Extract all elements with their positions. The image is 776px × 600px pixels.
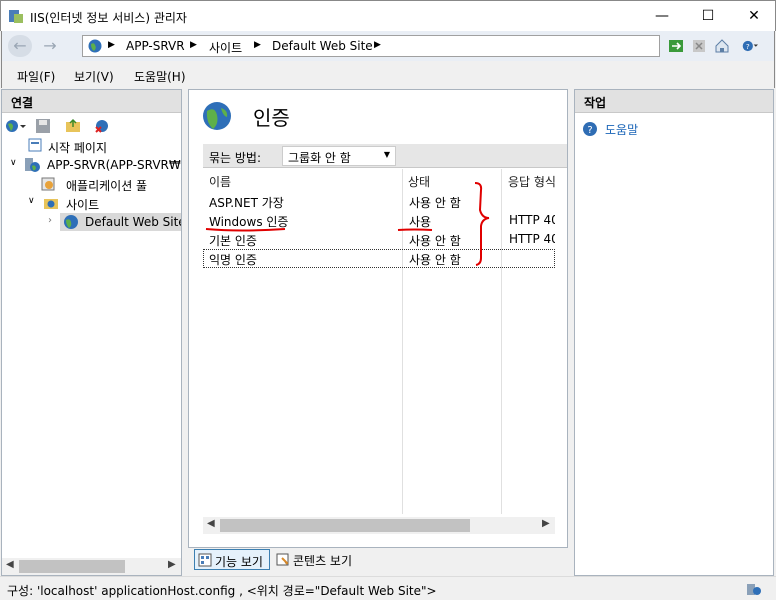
refresh-icon[interactable]	[668, 38, 684, 54]
menu-bar: 파일(F) 보기(V) 도움말(H)	[1, 61, 775, 88]
scroll-right-icon[interactable]: ▶	[542, 518, 550, 529]
row-status: 사용 안 함	[409, 253, 461, 267]
tree-item-app-pools[interactable]: 애플리케이션 풀	[40, 175, 181, 193]
stop-icon[interactable]	[691, 38, 707, 54]
tab-label: 기능 보기	[215, 555, 263, 569]
tree-item-default-web-site[interactable]: › Default Web Site	[48, 213, 181, 231]
group-by-select[interactable]: 그룹화 안 함 ▼	[282, 146, 396, 166]
sites-folder-icon	[44, 199, 58, 209]
column-header-response[interactable]: 응답 형식	[502, 169, 555, 191]
window-title: IIS(인터넷 정보 서비스) 관리자	[30, 11, 187, 25]
authentication-list: ^ 이름 상태 응답 형식 ASP.NET 가장 사용 안 함 Windows …	[203, 169, 555, 534]
chevron-right-icon: ▶	[190, 40, 197, 50]
authentication-globe-icon	[203, 102, 231, 130]
start-page-icon	[28, 138, 42, 152]
connections-panel: 연결 시작 페이지 ∨ APP-SRVR(APP-SRVR₩Ac 애플리케이션 …	[1, 89, 182, 576]
column-header-status[interactable]: 상태	[402, 169, 501, 191]
row-name[interactable]: ASP.NET 가장	[209, 194, 284, 211]
feature-title: 인증	[253, 106, 290, 130]
group-by-label: 묶는 방법:	[209, 151, 262, 165]
tab-label: 콘텐츠 보기	[293, 554, 353, 568]
forward-button[interactable]: →	[38, 35, 62, 57]
tree-item-label: Default Web Site	[85, 215, 181, 229]
connections-header: 연결	[2, 90, 181, 113]
iis-app-icon	[9, 10, 23, 23]
close-button[interactable]: ✕	[731, 1, 776, 31]
menu-help[interactable]: 도움말(H)	[134, 68, 186, 85]
row-name[interactable]: Windows 인증	[209, 213, 288, 230]
server-status-icon	[747, 584, 761, 595]
chevron-down-icon[interactable]: ∨	[28, 196, 35, 206]
up-folder-icon[interactable]	[65, 118, 81, 134]
address-toolbar: ← → ▶ APP-SRVR ▶ 사이트 ▶ Default Web Site …	[1, 31, 775, 61]
actions-header: 작업	[575, 90, 773, 113]
chevron-right-icon: ▶	[374, 40, 381, 50]
globe-icon	[88, 39, 102, 53]
svg-text:?: ?	[746, 42, 750, 51]
scroll-left-icon[interactable]: ◀	[6, 559, 14, 570]
breadcrumb-server[interactable]: APP-SRVR	[126, 39, 185, 53]
home-icon[interactable]	[714, 38, 730, 54]
scrollbar-thumb[interactable]	[220, 519, 470, 532]
minimize-button[interactable]: —	[639, 1, 685, 31]
connections-tree: 시작 페이지 ∨ APP-SRVR(APP-SRVR₩Ac 애플리케이션 풀 ∨…	[2, 137, 181, 557]
tree-item-label: APP-SRVR(APP-SRVR₩Ac	[47, 158, 181, 172]
chevron-right-icon[interactable]: ›	[48, 215, 52, 226]
tab-content-view[interactable]: 콘텐츠 보기	[274, 549, 364, 570]
help-icon: ?	[583, 122, 597, 136]
group-by-bar: 묶는 방법: 그룹화 안 함 ▼	[203, 144, 567, 168]
row-status: 사용 안 함	[409, 196, 461, 210]
status-text: 구성: 'localhost' applicationHost.config ,…	[7, 584, 437, 598]
svg-text:?: ?	[587, 125, 592, 136]
connections-scrollbar[interactable]: ◀ ▶	[2, 558, 181, 575]
content-view-icon	[276, 553, 289, 566]
feature-panel: 인증 묶는 방법: 그룹화 안 함 ▼ ^ 이름 상태 응답 형식 ASP.NE…	[188, 89, 568, 548]
tree-item-start-page[interactable]: 시작 페이지	[28, 137, 178, 155]
back-button[interactable]: ←	[8, 35, 32, 57]
tree-item-sites[interactable]: ∨ 사이트	[28, 194, 178, 212]
help-dropdown-icon[interactable]: ?	[742, 38, 758, 54]
row-response: HTTP 40	[509, 213, 555, 227]
breadcrumb-sites[interactable]: 사이트	[209, 39, 242, 56]
website-globe-icon	[64, 215, 78, 229]
connect-icon[interactable]	[5, 118, 27, 134]
status-bar: 구성: 'localhost' applicationHost.config ,…	[0, 576, 776, 600]
disconnect-icon[interactable]	[94, 118, 110, 134]
row-status: 사용 안 함	[409, 234, 461, 248]
scrollbar-thumb[interactable]	[19, 560, 125, 573]
app-pool-icon	[41, 177, 55, 191]
column-header-name[interactable]: 이름	[203, 169, 402, 191]
actions-panel: 작업 ? 도움말	[574, 89, 774, 576]
title-bar: IIS(인터넷 정보 서비스) 관리자 — ☐ ✕	[0, 0, 776, 31]
server-icon	[25, 158, 40, 172]
scroll-left-icon[interactable]: ◀	[207, 518, 215, 529]
row-name[interactable]: 익명 인증	[209, 251, 257, 268]
maximize-button[interactable]: ☐	[685, 1, 731, 31]
features-view-icon	[198, 553, 212, 567]
save-icon[interactable]	[35, 118, 51, 134]
row-name[interactable]: 기본 인증	[209, 232, 257, 249]
column-divider	[501, 169, 502, 514]
row-status: 사용	[409, 215, 432, 229]
tree-item-server[interactable]: ∨ APP-SRVR(APP-SRVR₩Ac	[10, 156, 181, 174]
tree-item-label: 애플리케이션 풀	[66, 179, 148, 193]
group-by-value: 그룹화 안 함	[288, 151, 351, 165]
row-response: HTTP 40	[509, 232, 555, 246]
tree-item-label: 시작 페이지	[48, 141, 108, 155]
tree-item-label: 사이트	[66, 198, 100, 212]
column-divider	[402, 169, 403, 514]
chevron-down-icon[interactable]: ∨	[10, 158, 17, 168]
menu-file[interactable]: 파일(F)	[17, 68, 55, 85]
chevron-down-icon: ▼	[383, 150, 390, 159]
chevron-right-icon: ▶	[108, 40, 115, 50]
address-bar[interactable]: ▶ APP-SRVR ▶ 사이트 ▶ Default Web Site ▶	[82, 35, 660, 57]
breadcrumb-site[interactable]: Default Web Site	[272, 39, 373, 53]
tab-features-view[interactable]: 기능 보기	[194, 549, 270, 570]
help-link[interactable]: 도움말	[605, 121, 638, 138]
scroll-right-icon[interactable]: ▶	[168, 559, 176, 570]
chevron-right-icon: ▶	[254, 40, 261, 50]
menu-view[interactable]: 보기(V)	[74, 68, 114, 85]
list-scrollbar[interactable]: ◀ ▶	[203, 517, 555, 534]
connections-toolbar	[2, 114, 181, 138]
